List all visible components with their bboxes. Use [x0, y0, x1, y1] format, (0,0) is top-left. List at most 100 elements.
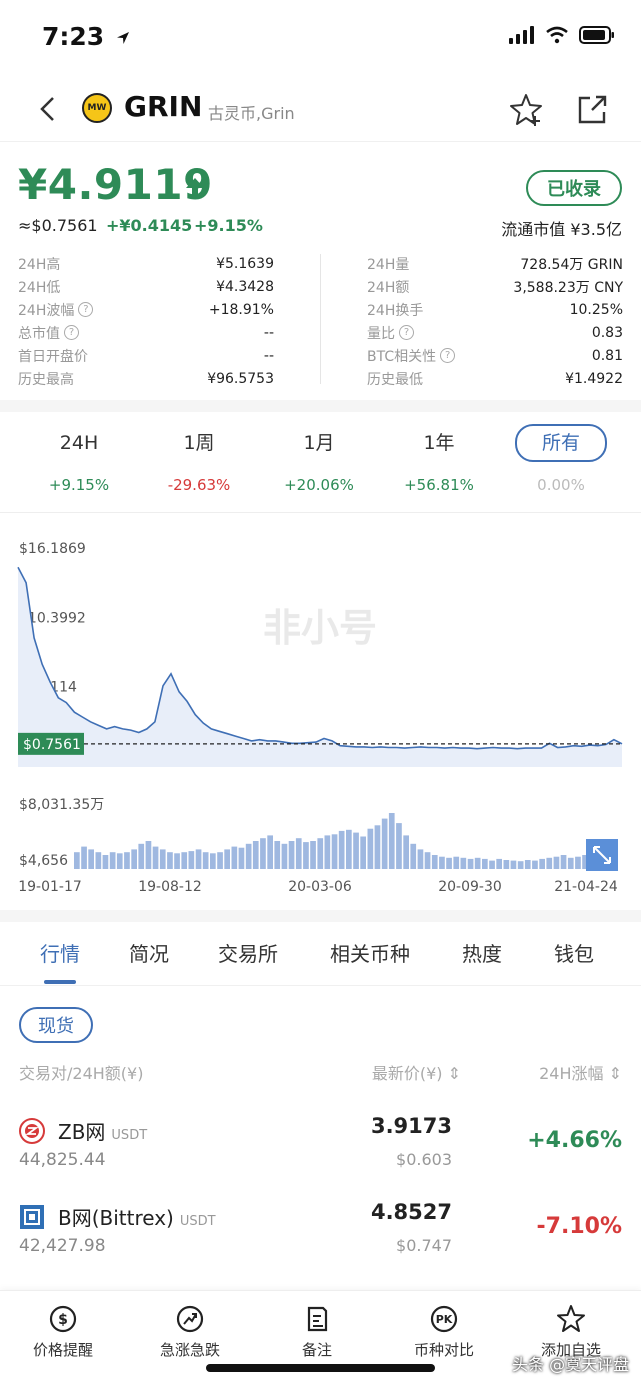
price-chart[interactable]: 非小号$16.1869$10.3992$4.6114$-1.1763$0.756… [0, 512, 641, 910]
stat-value: 728.54万 GRIN [520, 256, 623, 273]
period-option-3[interactable]: 1年 +56.81% [384, 424, 494, 494]
y-tick-label: $16.1869 [19, 541, 86, 557]
chart-watermark: 非小号 [263, 606, 377, 650]
period-option-4[interactable]: 所有 0.00% [506, 424, 616, 494]
period-label[interactable]: 24H [24, 424, 134, 462]
volume-bar [403, 835, 409, 869]
volume-bar [224, 849, 230, 869]
stat-row: 24H低 ¥4.3428 [18, 275, 274, 298]
volume-bar [539, 858, 545, 869]
period-option-0[interactable]: 24H +9.15% [24, 424, 134, 494]
stat-label: 首日开盘价 [18, 346, 88, 366]
volume-bar [124, 852, 130, 869]
svg-text:$: $ [58, 1312, 68, 1328]
volume-bar [324, 835, 331, 869]
period-label[interactable]: 所有 [515, 424, 607, 462]
bottom-action-1[interactable]: 急涨急跌 [135, 1303, 245, 1360]
x-tick-label: 21-04-24 [554, 879, 618, 895]
volume-bar [238, 847, 245, 869]
stat-row: 24H量 728.54万 GRIN [367, 252, 623, 275]
volume-bar [431, 855, 438, 869]
volume-bar [546, 857, 553, 869]
period-selector: 24H +9.15% 1周 -29.63% 1月 +20.06% 1年 +56.81% 所有 0.… [0, 412, 641, 512]
help-icon[interactable]: ? [440, 348, 456, 363]
stat-row: 总市值? -- [18, 321, 274, 344]
volume-bar [188, 851, 195, 869]
bottom-action-2[interactable]: 备注 [262, 1303, 372, 1360]
bottom-action-3[interactable]: PK 币种对比 [389, 1303, 499, 1360]
volume-bar [260, 838, 266, 869]
tab-4[interactable]: 热度 [462, 938, 502, 967]
surge-alert-icon [176, 1305, 204, 1333]
bottom-action-label: 备注 [301, 1341, 332, 1359]
stat-label: 24H量 [367, 254, 409, 274]
tab-0[interactable]: 行情 [40, 938, 80, 967]
add-watchlist-icon [557, 1305, 585, 1332]
stat-row: 历史最低 ¥1.4922 [367, 367, 623, 390]
exchange-price: 4.8527 [370, 1200, 452, 1224]
period-option-2[interactable]: 1月 +20.06% [264, 424, 374, 494]
header-pair[interactable]: 交易对/24H额(¥) [19, 1060, 143, 1084]
volume-bar [202, 852, 209, 869]
help-icon[interactable]: ? [399, 325, 414, 340]
market-row[interactable]: ZB网 USDT 44,825.44 3.9173 $0.603 +4.66% [0, 1114, 641, 1200]
volume-bar [396, 823, 402, 869]
status-bar: 7:23 [0, 0, 641, 76]
status-icons [509, 26, 615, 44]
exchange-logo-icon [20, 1205, 44, 1229]
volume-bar [181, 852, 188, 869]
stat-label: 24H波幅? [18, 300, 94, 320]
volume-bar [417, 849, 424, 869]
stat-row: 24H换手 10.25% [367, 298, 623, 321]
watermark-text: 头条 @寞天评盘 [512, 1355, 630, 1374]
volume-bar [467, 858, 474, 869]
help-icon[interactable]: ? [64, 325, 79, 340]
header-price-sort[interactable]: 最新价(¥) ⇕ [372, 1060, 461, 1084]
volume-bar [245, 843, 252, 869]
period-label[interactable]: 1月 [264, 424, 374, 462]
volume-bar [460, 857, 467, 869]
volume-bar [174, 853, 180, 869]
period-label[interactable]: 1周 [144, 424, 254, 462]
help-icon[interactable]: ? [78, 302, 94, 317]
volume-bar [195, 849, 202, 869]
tab-2[interactable]: 交易所 [218, 938, 278, 967]
current-price-label: $0.7561 [23, 737, 81, 753]
add-favorite-star-icon[interactable] [508, 92, 544, 128]
tab-5[interactable]: 钱包 [554, 938, 594, 967]
price-up-arrow-icon [186, 178, 204, 198]
exchange-volume: 42,427.98 [19, 1236, 106, 1256]
price-change-percent: +9.15% [194, 216, 263, 235]
tab-3[interactable]: 相关币种 [330, 938, 410, 967]
stat-label: 历史最高 [18, 369, 74, 389]
header-change-sort[interactable]: 24H涨幅 ⇕ [539, 1060, 622, 1084]
spot-filter-button[interactable]: 现货 [19, 1007, 93, 1043]
coin-logo-text: MW [87, 103, 107, 113]
stat-label-text: 24H换手 [367, 302, 424, 319]
bottom-action-0[interactable]: $ 价格提醒 [8, 1303, 118, 1360]
period-label[interactable]: 1年 [384, 424, 494, 462]
stat-label: 24H换手 [367, 300, 423, 320]
stat-row: 24H波幅? +18.91% [18, 298, 274, 321]
back-arrow-icon[interactable] [34, 94, 64, 124]
volume-bar [439, 856, 445, 869]
share-icon[interactable] [576, 92, 608, 126]
market-row[interactable]: B网(Bittrex) USDT 42,427.98 4.8527 $0.747 -7.1… [0, 1200, 641, 1286]
battery-icon [579, 26, 614, 44]
coin-symbol: GRIN [124, 90, 203, 123]
volume-bar [532, 860, 538, 869]
compare-icon: PK [430, 1305, 458, 1333]
volume-bar [109, 852, 116, 869]
price-area-fill [18, 567, 622, 767]
stat-label-text: 量比 [367, 325, 395, 342]
period-change: +56.81% [404, 476, 474, 494]
tab-1[interactable]: 简况 [129, 938, 169, 967]
period-option-1[interactable]: 1周 -29.63% [144, 424, 254, 494]
stat-row: 量比? 0.83 [367, 321, 623, 344]
volume-bar [524, 860, 531, 869]
volume-bar [310, 841, 316, 869]
volume-bar [81, 846, 87, 869]
volume-bar [575, 856, 581, 869]
collected-button[interactable]: 已收录 [526, 170, 622, 206]
volume-bar [317, 838, 324, 869]
